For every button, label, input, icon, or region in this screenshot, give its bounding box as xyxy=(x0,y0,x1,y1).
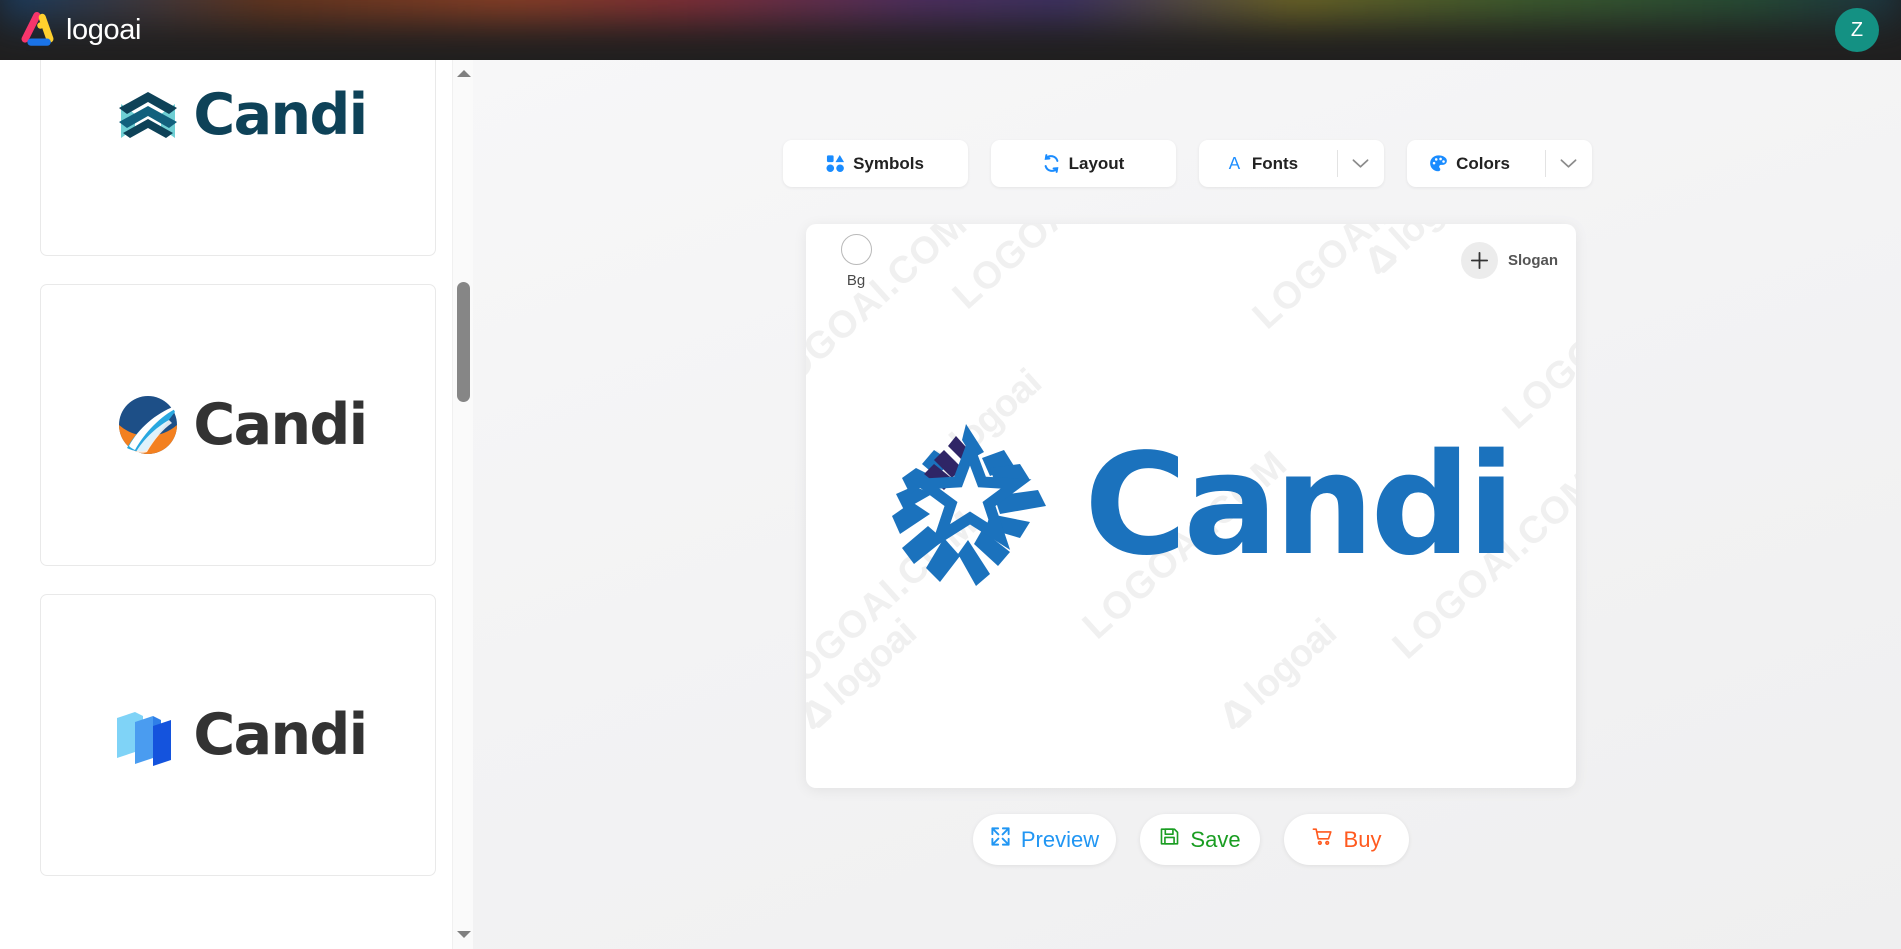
brand-logo[interactable]: logoai xyxy=(20,9,141,51)
layout-button[interactable]: Layout xyxy=(990,140,1176,187)
colors-button[interactable]: Colors xyxy=(1406,140,1592,187)
scrollbar-thumb[interactable] xyxy=(457,282,470,402)
layout-refresh-icon xyxy=(1042,154,1061,173)
avatar-initial: Z xyxy=(1850,18,1864,41)
globe-swoosh-icon xyxy=(119,396,178,454)
isometric-cube-icon xyxy=(117,712,172,766)
logo-name-text: Candi xyxy=(1084,424,1515,587)
background-color-label: Bg xyxy=(846,272,866,289)
logo-preview[interactable]: Candi xyxy=(806,224,1576,788)
brand-name: logoai xyxy=(66,14,141,46)
list-item[interactable]: Candi xyxy=(40,594,436,876)
list-item-label: Candi xyxy=(193,702,368,768)
fonts-button[interactable]: A Fonts xyxy=(1198,140,1384,187)
logo-canvas[interactable]: LOGOAI.COM LOGOAI.COM LOGOAI.COM LOGOAI.… xyxy=(806,224,1576,788)
symbols-shapes-icon xyxy=(826,154,845,173)
chevron-down-icon xyxy=(1560,159,1577,168)
star-burst-icon xyxy=(892,424,1047,586)
preview-button[interactable]: Preview xyxy=(973,814,1116,865)
logo-variants-panel: Candi Candi Candi xyxy=(0,60,473,949)
logoai-triangle-icon xyxy=(21,12,54,46)
preview-button-label: Preview xyxy=(1020,826,1100,852)
symbols-button[interactable]: Symbols xyxy=(782,140,968,187)
list-item-label: Candi xyxy=(193,392,368,458)
buy-button-label: Buy xyxy=(1343,826,1382,852)
symbols-button-label: Symbols xyxy=(853,153,924,173)
top-bar: logoai Z xyxy=(0,0,1901,60)
expand-fullscreen-icon xyxy=(990,826,1011,853)
save-button[interactable]: Save xyxy=(1140,814,1260,865)
editor-toolbar: Symbols Layout A Fonts Colors xyxy=(473,140,1901,187)
colors-button-label: Colors xyxy=(1456,153,1510,173)
background-color-button[interactable]: Bg xyxy=(828,234,884,289)
list-item[interactable]: Candi xyxy=(40,284,436,566)
add-slogan-button[interactable]: Slogan xyxy=(1460,242,1558,279)
layout-button-label: Layout xyxy=(1068,153,1125,173)
double-chevron-icon xyxy=(119,92,178,138)
scroll-down-arrow-icon[interactable] xyxy=(453,924,474,945)
sidebar-scrollbar[interactable] xyxy=(452,60,473,949)
fonts-dropdown-toggle[interactable] xyxy=(1338,140,1384,187)
floppy-disk-icon xyxy=(1159,826,1180,853)
colors-dropdown-toggle[interactable] xyxy=(1546,140,1592,187)
save-button-label: Save xyxy=(1190,826,1241,852)
editor-main: Symbols Layout A Fonts Colors LOGOAI.COM… xyxy=(473,60,1901,949)
background-color-swatch-icon xyxy=(840,234,872,265)
user-avatar[interactable]: Z xyxy=(1835,8,1879,52)
plus-icon xyxy=(1460,242,1498,279)
buy-button[interactable]: Buy xyxy=(1284,814,1409,865)
color-palette-icon xyxy=(1429,154,1448,173)
fonts-button-label: Fonts xyxy=(1251,153,1299,173)
logo-thumbnail-list[interactable]: Candi Candi Candi xyxy=(0,60,452,949)
scroll-up-arrow-icon[interactable] xyxy=(453,63,474,84)
shopping-cart-icon xyxy=(1312,826,1334,853)
add-slogan-label: Slogan xyxy=(1507,252,1558,269)
action-buttons: Preview Save Buy xyxy=(806,814,1576,865)
topbar-gradient-glow xyxy=(0,0,1901,22)
svg-text:A: A xyxy=(1229,154,1241,173)
list-item[interactable]: Candi xyxy=(40,60,436,256)
chevron-down-icon xyxy=(1352,159,1369,168)
list-item-label: Candi xyxy=(193,82,368,148)
font-letter-a-icon: A xyxy=(1225,154,1244,173)
